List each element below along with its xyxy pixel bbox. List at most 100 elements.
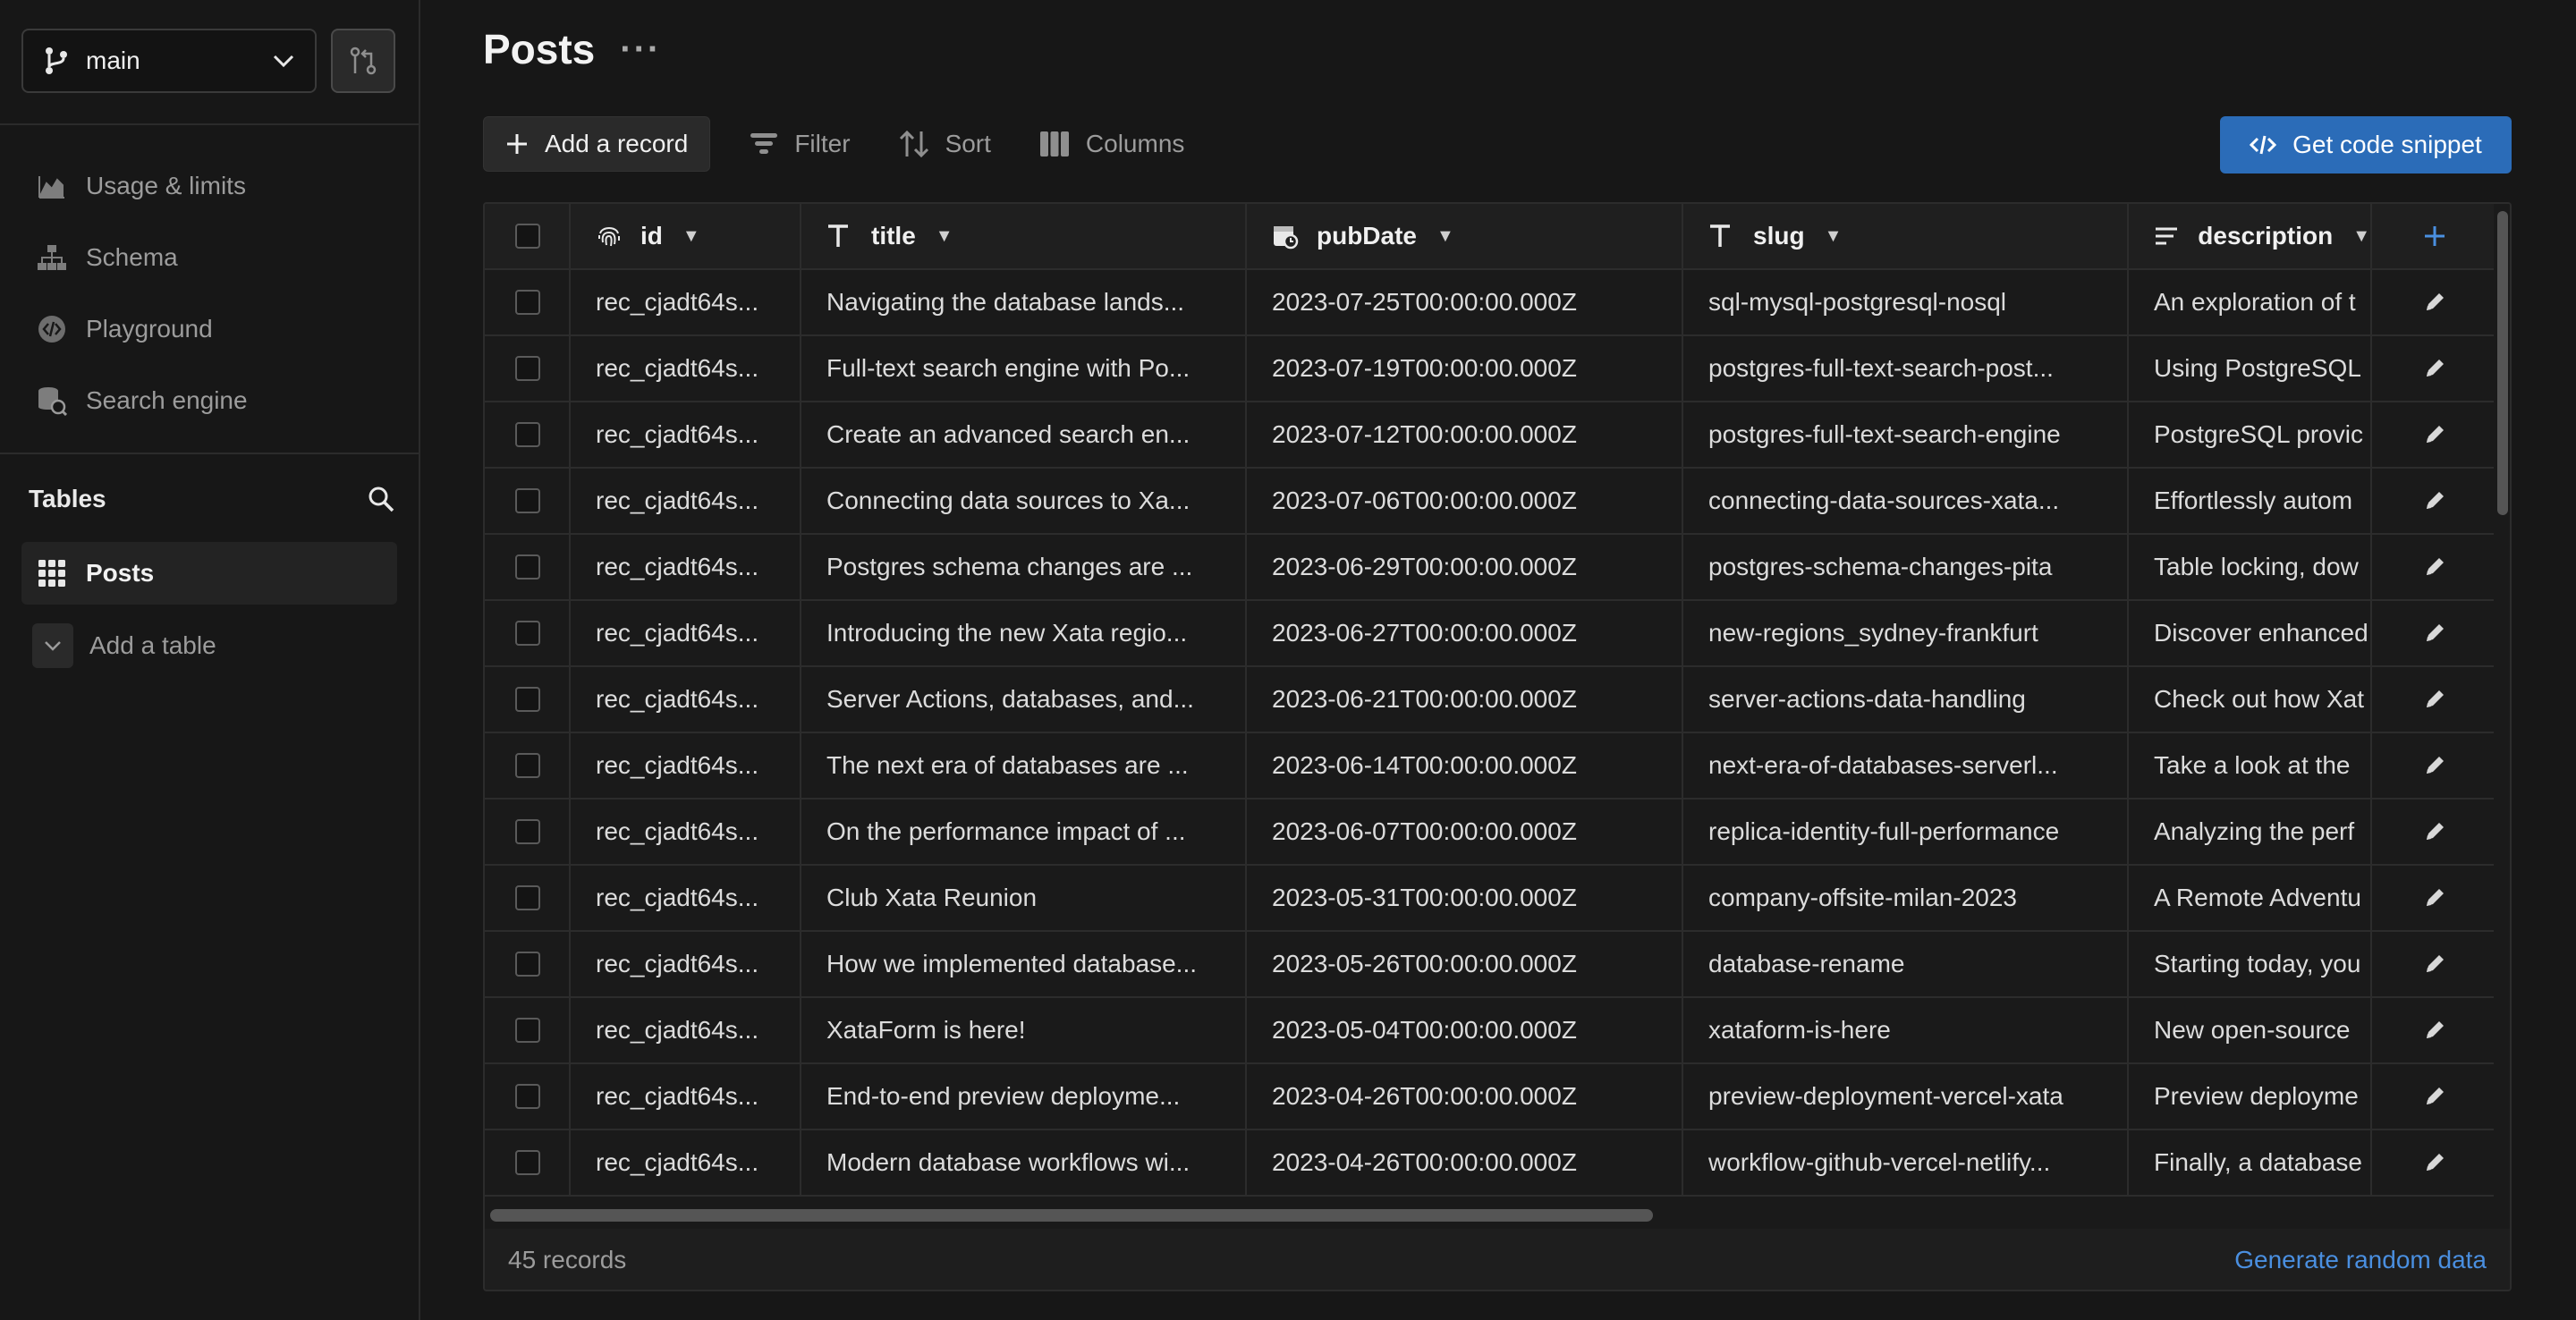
- cell-pubdate[interactable]: 2023-04-26T00:00:00.000Z: [1247, 1130, 1683, 1197]
- cell-description[interactable]: Analyzing the perf: [2129, 800, 2372, 866]
- add-table-button[interactable]: Add a table: [32, 622, 216, 669]
- columns-button[interactable]: Columns: [1018, 116, 1206, 172]
- column-header-id[interactable]: id ▼: [571, 204, 801, 270]
- cell-id[interactable]: rec_cjadt64s...: [571, 1064, 801, 1130]
- cell-description[interactable]: Starting today, you: [2129, 932, 2372, 998]
- cell-pubdate[interactable]: 2023-06-07T00:00:00.000Z: [1247, 800, 1683, 866]
- row-checkbox[interactable]: [515, 356, 540, 381]
- cell-id[interactable]: rec_cjadt64s...: [571, 866, 801, 932]
- cell-pubdate[interactable]: 2023-06-14T00:00:00.000Z: [1247, 733, 1683, 800]
- cell-title[interactable]: Postgres schema changes are ...: [801, 535, 1247, 601]
- cell-pubdate[interactable]: 2023-07-12T00:00:00.000Z: [1247, 402, 1683, 469]
- table-row[interactable]: rec_cjadt64s... The next era of databases…: [485, 733, 2497, 800]
- table-row[interactable]: rec_cjadt64s... Postgres schema changes a…: [485, 535, 2497, 601]
- pencil-icon[interactable]: [2423, 1151, 2446, 1174]
- table-row[interactable]: rec_cjadt64s... Connecting data sources t…: [485, 469, 2497, 535]
- row-checkbox[interactable]: [515, 1018, 540, 1043]
- caret-down-icon[interactable]: ▼: [1436, 226, 1454, 247]
- pencil-icon[interactable]: [2423, 886, 2446, 910]
- pencil-icon[interactable]: [2423, 688, 2446, 711]
- cell-title[interactable]: XataForm is here!: [801, 998, 1247, 1064]
- cell-pubdate[interactable]: 2023-06-21T00:00:00.000Z: [1247, 667, 1683, 733]
- table-row[interactable]: rec_cjadt64s... Club Xata Reunion 2023-05-…: [485, 866, 2497, 932]
- table-row[interactable]: rec_cjadt64s... Create an advanced search…: [485, 402, 2497, 469]
- table-row[interactable]: rec_cjadt64s... Navigating the database l…: [485, 270, 2497, 336]
- pencil-icon[interactable]: [2423, 423, 2446, 446]
- horizontal-scrollbar[interactable]: [485, 1206, 2497, 1223]
- sidebar-item-usage[interactable]: Usage & limits: [21, 150, 397, 222]
- cell-pubdate[interactable]: 2023-05-31T00:00:00.000Z: [1247, 866, 1683, 932]
- cell-title[interactable]: Full-text search engine with Po...: [801, 336, 1247, 402]
- cell-slug[interactable]: workflow-github-vercel-netlify...: [1683, 1130, 2129, 1197]
- row-checkbox[interactable]: [515, 422, 540, 447]
- cell-description[interactable]: Using PostgreSQL: [2129, 336, 2372, 402]
- compare-branches-button[interactable]: [331, 29, 395, 93]
- cell-id[interactable]: rec_cjadt64s...: [571, 469, 801, 535]
- cell-description[interactable]: Discover enhanced: [2129, 601, 2372, 667]
- table-row[interactable]: rec_cjadt64s... Full-text search engine w…: [485, 336, 2497, 402]
- cell-id[interactable]: rec_cjadt64s...: [571, 998, 801, 1064]
- cell-title[interactable]: Club Xata Reunion: [801, 866, 1247, 932]
- caret-down-icon[interactable]: ▼: [936, 226, 953, 247]
- cell-id[interactable]: rec_cjadt64s...: [571, 270, 801, 336]
- cell-description[interactable]: Effortlessly autom: [2129, 469, 2372, 535]
- pencil-icon[interactable]: [2423, 952, 2446, 976]
- cell-description[interactable]: Preview deployme: [2129, 1064, 2372, 1130]
- cell-title[interactable]: Connecting data sources to Xa...: [801, 469, 1247, 535]
- cell-description[interactable]: Take a look at the: [2129, 733, 2372, 800]
- row-checkbox[interactable]: [515, 753, 540, 778]
- cell-pubdate[interactable]: 2023-06-27T00:00:00.000Z: [1247, 601, 1683, 667]
- cell-title[interactable]: Navigating the database lands...: [801, 270, 1247, 336]
- generate-random-data-link[interactable]: Generate random data: [2234, 1246, 2487, 1274]
- cell-slug[interactable]: new-regions_sydney-frankfurt: [1683, 601, 2129, 667]
- pencil-icon[interactable]: [2423, 555, 2446, 579]
- column-header-title[interactable]: title ▼: [801, 204, 1247, 270]
- cell-id[interactable]: rec_cjadt64s...: [571, 601, 801, 667]
- cell-pubdate[interactable]: 2023-07-06T00:00:00.000Z: [1247, 469, 1683, 535]
- cell-slug[interactable]: server-actions-data-handling: [1683, 667, 2129, 733]
- select-all-checkbox[interactable]: [515, 224, 540, 249]
- branch-select[interactable]: main: [21, 29, 317, 93]
- cell-description[interactable]: New open-source: [2129, 998, 2372, 1064]
- cell-slug[interactable]: preview-deployment-vercel-xata: [1683, 1064, 2129, 1130]
- more-options-icon[interactable]: ···: [620, 31, 661, 67]
- cell-slug[interactable]: xataform-is-here: [1683, 998, 2129, 1064]
- cell-pubdate[interactable]: 2023-05-26T00:00:00.000Z: [1247, 932, 1683, 998]
- table-row[interactable]: rec_cjadt64s... How we implemented databa…: [485, 932, 2497, 998]
- cell-id[interactable]: rec_cjadt64s...: [571, 733, 801, 800]
- pencil-icon[interactable]: [2423, 489, 2446, 512]
- pencil-icon[interactable]: [2423, 622, 2446, 645]
- cell-description[interactable]: Table locking, dow: [2129, 535, 2372, 601]
- sidebar-item-schema[interactable]: Schema: [21, 222, 397, 293]
- cell-id[interactable]: rec_cjadt64s...: [571, 800, 801, 866]
- get-code-snippet-button[interactable]: Get code snippet: [2220, 116, 2512, 173]
- cell-description[interactable]: Check out how Xat: [2129, 667, 2372, 733]
- row-checkbox[interactable]: [515, 290, 540, 315]
- cell-slug[interactable]: postgres-schema-changes-pita: [1683, 535, 2129, 601]
- table-row[interactable]: rec_cjadt64s... Introducing the new Xata …: [485, 601, 2497, 667]
- cell-slug[interactable]: company-offsite-milan-2023: [1683, 866, 2129, 932]
- pencil-icon[interactable]: [2423, 820, 2446, 843]
- row-checkbox[interactable]: [515, 687, 540, 712]
- filter-button[interactable]: Filter: [728, 116, 871, 172]
- row-checkbox[interactable]: [515, 488, 540, 513]
- cell-slug[interactable]: postgres-full-text-search-engine: [1683, 402, 2129, 469]
- row-checkbox[interactable]: [515, 952, 540, 977]
- add-column-icon[interactable]: [2423, 224, 2446, 248]
- table-row[interactable]: rec_cjadt64s... Server Actions, databases…: [485, 667, 2497, 733]
- table-row[interactable]: rec_cjadt64s... On the performance impact…: [485, 800, 2497, 866]
- row-checkbox[interactable]: [515, 554, 540, 580]
- cell-title[interactable]: On the performance impact of ...: [801, 800, 1247, 866]
- add-record-button[interactable]: Add a record: [483, 116, 711, 172]
- cell-slug[interactable]: next-era-of-databases-serverl...: [1683, 733, 2129, 800]
- vertical-scrollbar[interactable]: [2494, 204, 2510, 1206]
- row-checkbox[interactable]: [515, 885, 540, 910]
- cell-description[interactable]: A Remote Adventu: [2129, 866, 2372, 932]
- row-checkbox[interactable]: [515, 1084, 540, 1109]
- cell-slug[interactable]: database-rename: [1683, 932, 2129, 998]
- table-row[interactable]: rec_cjadt64s... End-to-end preview deploy…: [485, 1064, 2497, 1130]
- cell-pubdate[interactable]: 2023-06-29T00:00:00.000Z: [1247, 535, 1683, 601]
- pencil-icon[interactable]: [2423, 357, 2446, 380]
- scrollbar-thumb[interactable]: [2497, 211, 2508, 515]
- caret-down-icon[interactable]: ▼: [1825, 226, 1843, 247]
